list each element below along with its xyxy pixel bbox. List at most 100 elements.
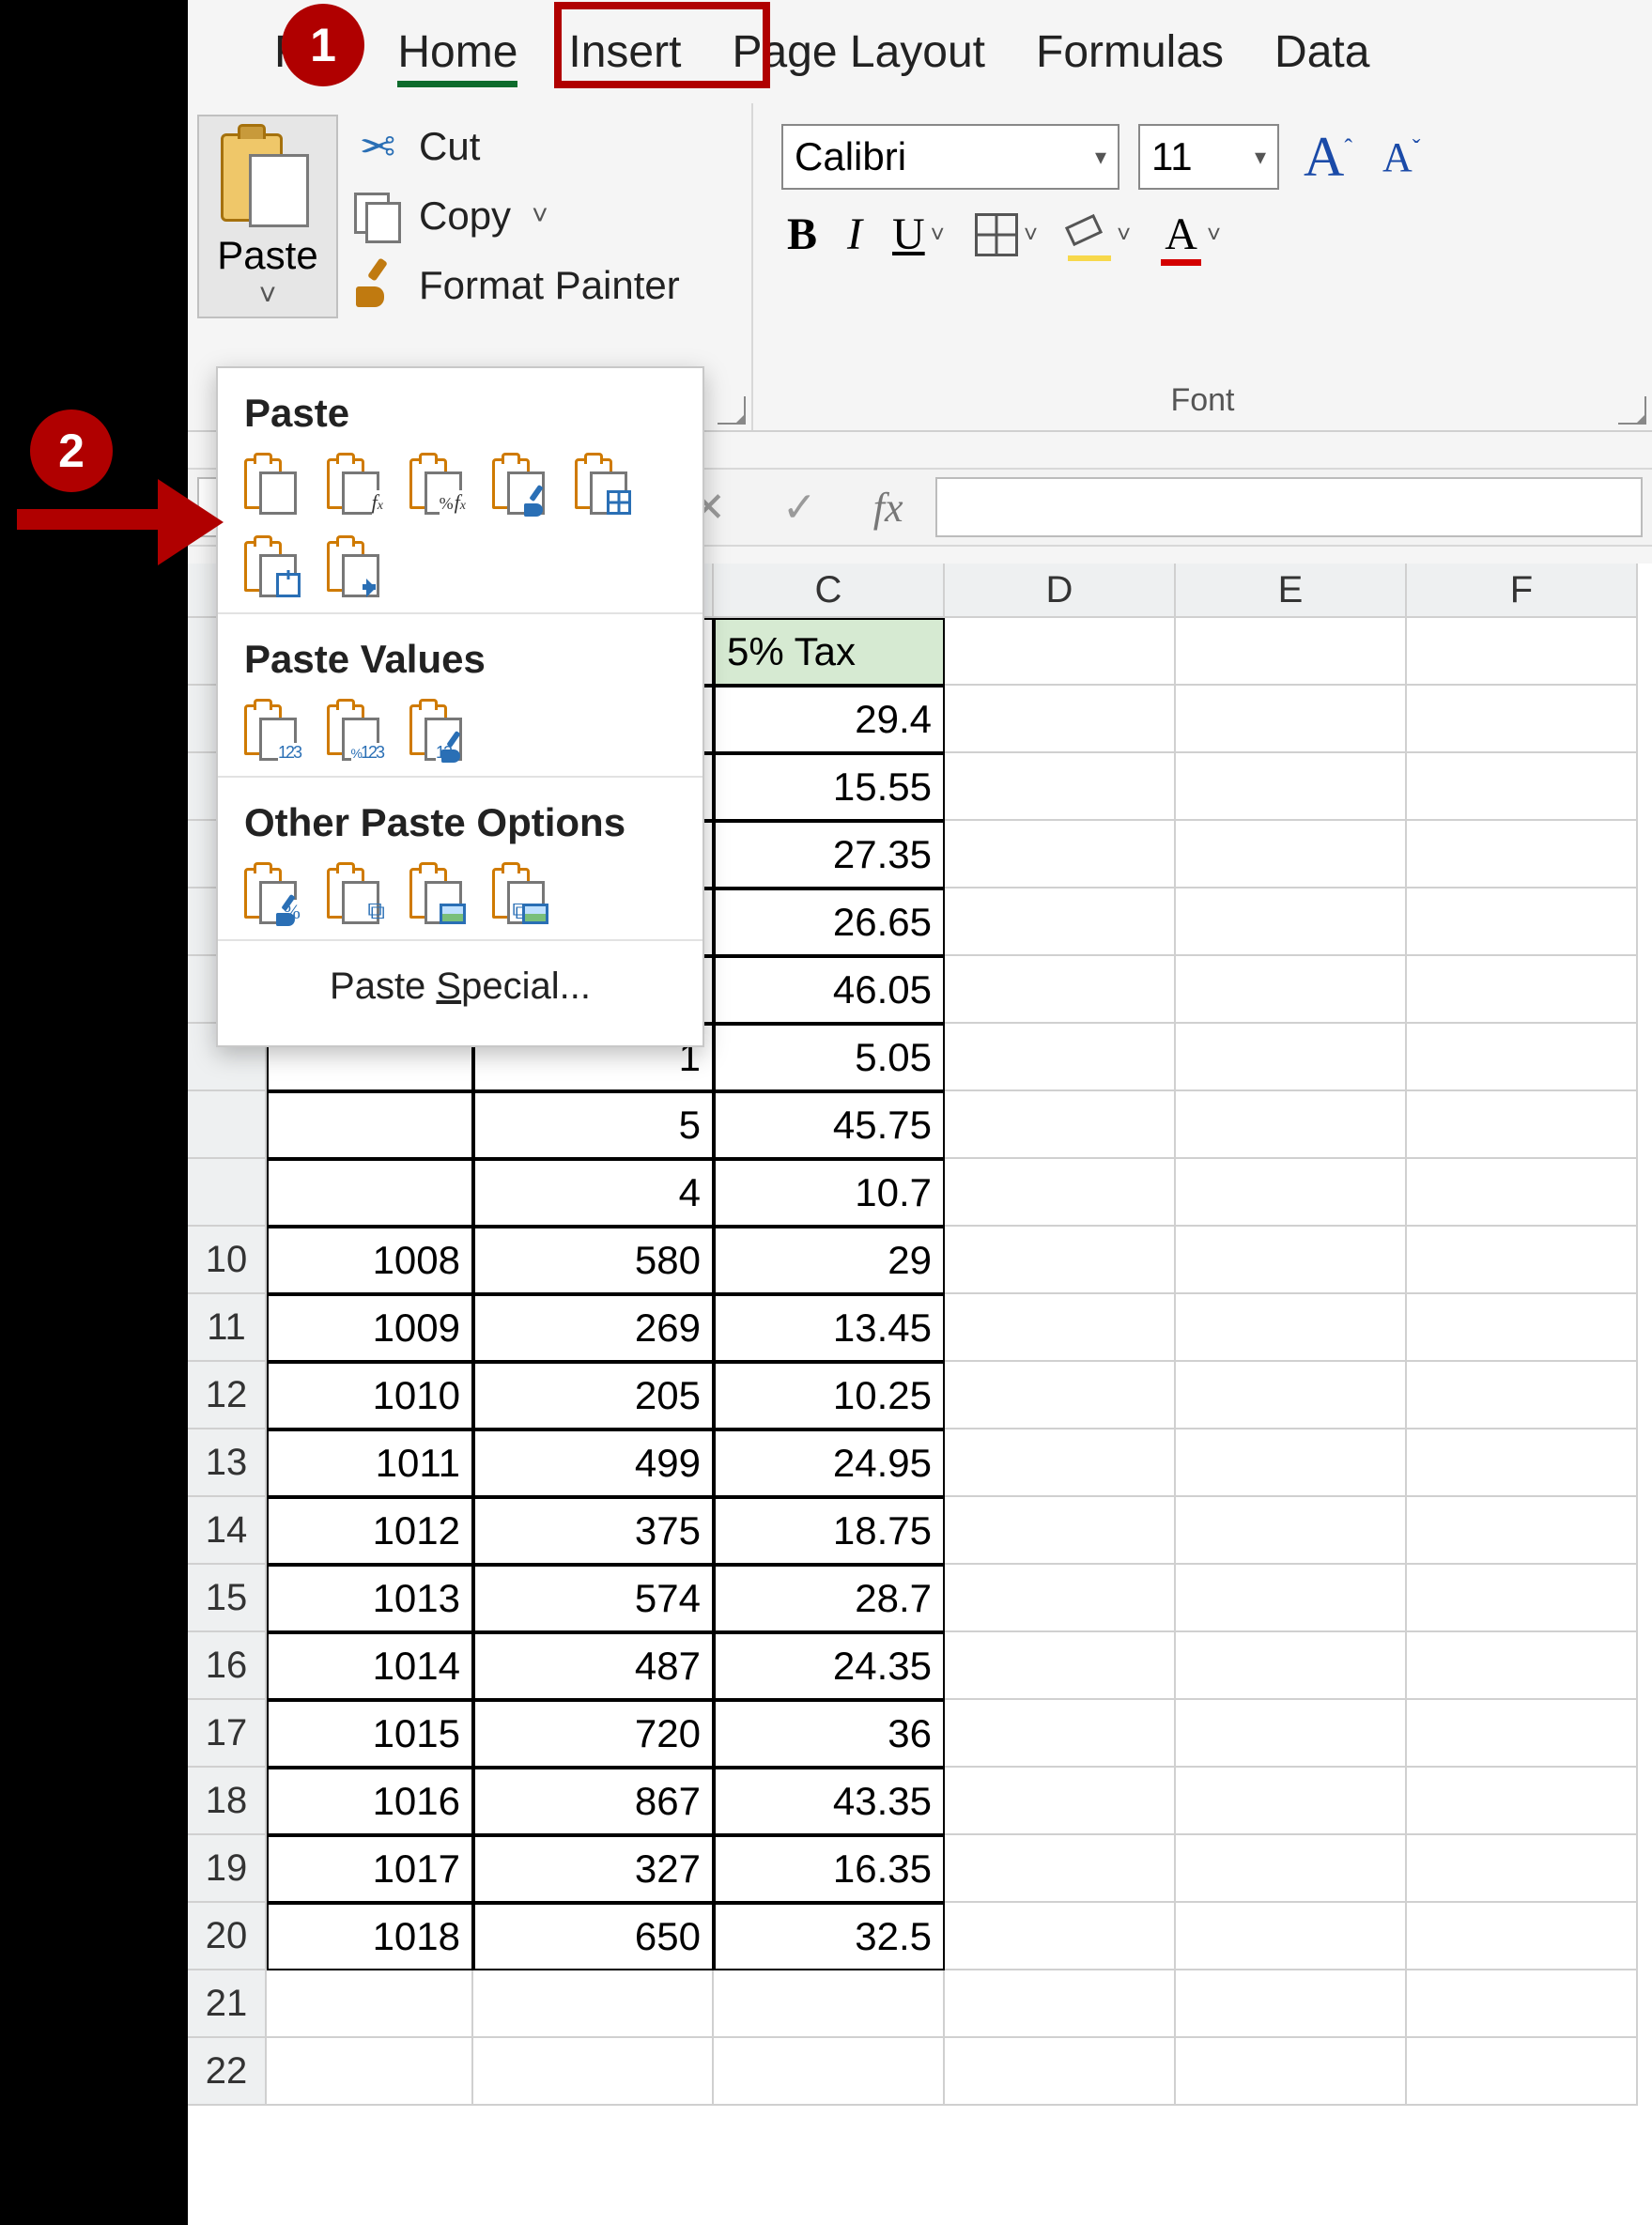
paste-chevron-icon[interactable]: ˅ [259,278,277,313]
cell[interactable]: 4 [473,1159,714,1227]
cell[interactable]: 1012 [267,1497,473,1565]
tab-data[interactable]: Data [1254,21,1390,84]
row-header[interactable] [188,1091,267,1159]
font-size-combo[interactable]: 11 ▾ [1138,124,1279,190]
cell[interactable] [945,1497,1176,1565]
cell[interactable] [1176,1227,1407,1294]
paste-option-link[interactable]: ⧉ [327,864,385,922]
row-header[interactable]: 17 [188,1700,267,1768]
paste-option-no-borders[interactable] [575,455,633,513]
cell[interactable] [945,2038,1176,2106]
cell[interactable]: 24.95 [714,1429,945,1497]
row-header[interactable]: 12 [188,1362,267,1429]
cell[interactable]: 24.35 [714,1632,945,1700]
row-header[interactable]: 13 [188,1429,267,1497]
paste-option-picture[interactable] [409,864,468,922]
cell[interactable] [1176,753,1407,821]
cell[interactable]: 5% Tax [714,618,945,686]
cell[interactable] [473,1970,714,2038]
cell[interactable] [1176,2038,1407,2106]
cell[interactable] [1176,821,1407,888]
paste-option-linked-picture[interactable]: ⧉ [492,864,550,922]
cell[interactable]: 29.4 [714,686,945,753]
cell[interactable] [1407,1227,1638,1294]
cell[interactable]: 1018 [267,1903,473,1970]
format-painter-button[interactable]: Format Painter [351,259,680,312]
cell[interactable] [1407,2038,1638,2106]
cell[interactable] [945,1159,1176,1227]
cell[interactable]: 13.45 [714,1294,945,1362]
cell[interactable] [1176,1565,1407,1632]
cell[interactable] [945,1429,1176,1497]
cell[interactable]: 5 [473,1091,714,1159]
cell[interactable]: 1016 [267,1768,473,1835]
cell[interactable] [1176,1429,1407,1497]
row-header[interactable]: 10 [188,1227,267,1294]
cell[interactable]: 1013 [267,1565,473,1632]
row-header[interactable]: 18 [188,1768,267,1835]
cell[interactable]: 867 [473,1768,714,1835]
cell[interactable]: 375 [473,1497,714,1565]
insert-function-button[interactable]: fx [873,484,903,532]
cell[interactable] [945,618,1176,686]
tab-insert[interactable]: Insert [548,21,702,84]
copy-chevron-icon[interactable]: ˅ [532,200,548,232]
cell[interactable]: 1017 [267,1835,473,1903]
underline-button[interactable]: U ˅ [887,209,950,260]
cell[interactable] [1407,1091,1638,1159]
cell[interactable] [1407,956,1638,1024]
cell[interactable] [1176,1024,1407,1091]
bold-button[interactable]: B [781,209,823,260]
cell[interactable] [1176,1497,1407,1565]
cell[interactable] [945,1835,1176,1903]
cell[interactable]: 1011 [267,1429,473,1497]
copy-button[interactable]: Copy ˅ [351,190,680,242]
cell[interactable] [1407,1159,1638,1227]
cell[interactable] [945,753,1176,821]
cell[interactable] [1176,1835,1407,1903]
cell[interactable] [1407,1294,1638,1362]
cell[interactable]: 36 [714,1700,945,1768]
cell[interactable] [945,1768,1176,1835]
cell[interactable]: 487 [473,1632,714,1700]
cut-button[interactable]: ✂ Cut [351,120,680,173]
row-header[interactable]: 21 [188,1970,267,2038]
cell[interactable]: 15.55 [714,753,945,821]
cell[interactable] [1407,1497,1638,1565]
cell[interactable]: 720 [473,1700,714,1768]
paste-special-item[interactable]: Paste Special... [218,941,702,1036]
cell[interactable] [267,1970,473,2038]
cell[interactable]: 1008 [267,1227,473,1294]
cell[interactable] [714,1970,945,2038]
cell[interactable]: 1015 [267,1700,473,1768]
row-header[interactable]: 20 [188,1903,267,1970]
col-header-d[interactable]: D [945,564,1176,618]
row-header[interactable]: 14 [188,1497,267,1565]
cell[interactable] [1176,1091,1407,1159]
paste-option-values[interactable]: 123 [244,701,302,759]
cell[interactable] [1176,686,1407,753]
row-header[interactable]: 19 [188,1835,267,1903]
cell[interactable] [945,821,1176,888]
cell[interactable]: 580 [473,1227,714,1294]
cell[interactable] [945,1632,1176,1700]
cell[interactable]: 205 [473,1362,714,1429]
cell[interactable] [1407,1024,1638,1091]
cell[interactable] [1407,1835,1638,1903]
cell[interactable] [1176,956,1407,1024]
cell[interactable] [945,956,1176,1024]
paste-option-formulas-number-formatting[interactable]: fx [409,455,468,513]
cell[interactable] [945,1903,1176,1970]
borders-button[interactable]: ˅ [969,213,1043,256]
cell[interactable] [1176,1159,1407,1227]
cell[interactable] [1176,1294,1407,1362]
cell[interactable] [1176,618,1407,686]
cell[interactable]: 32.5 [714,1903,945,1970]
col-header-e[interactable]: E [1176,564,1407,618]
paste-option-paste[interactable] [244,455,302,513]
cell[interactable] [945,686,1176,753]
cell[interactable] [945,1565,1176,1632]
clipboard-dialog-launcher[interactable] [718,396,746,425]
decrease-font-size-button[interactable]: Aˇ [1377,133,1426,181]
cell[interactable]: 46.05 [714,956,945,1024]
